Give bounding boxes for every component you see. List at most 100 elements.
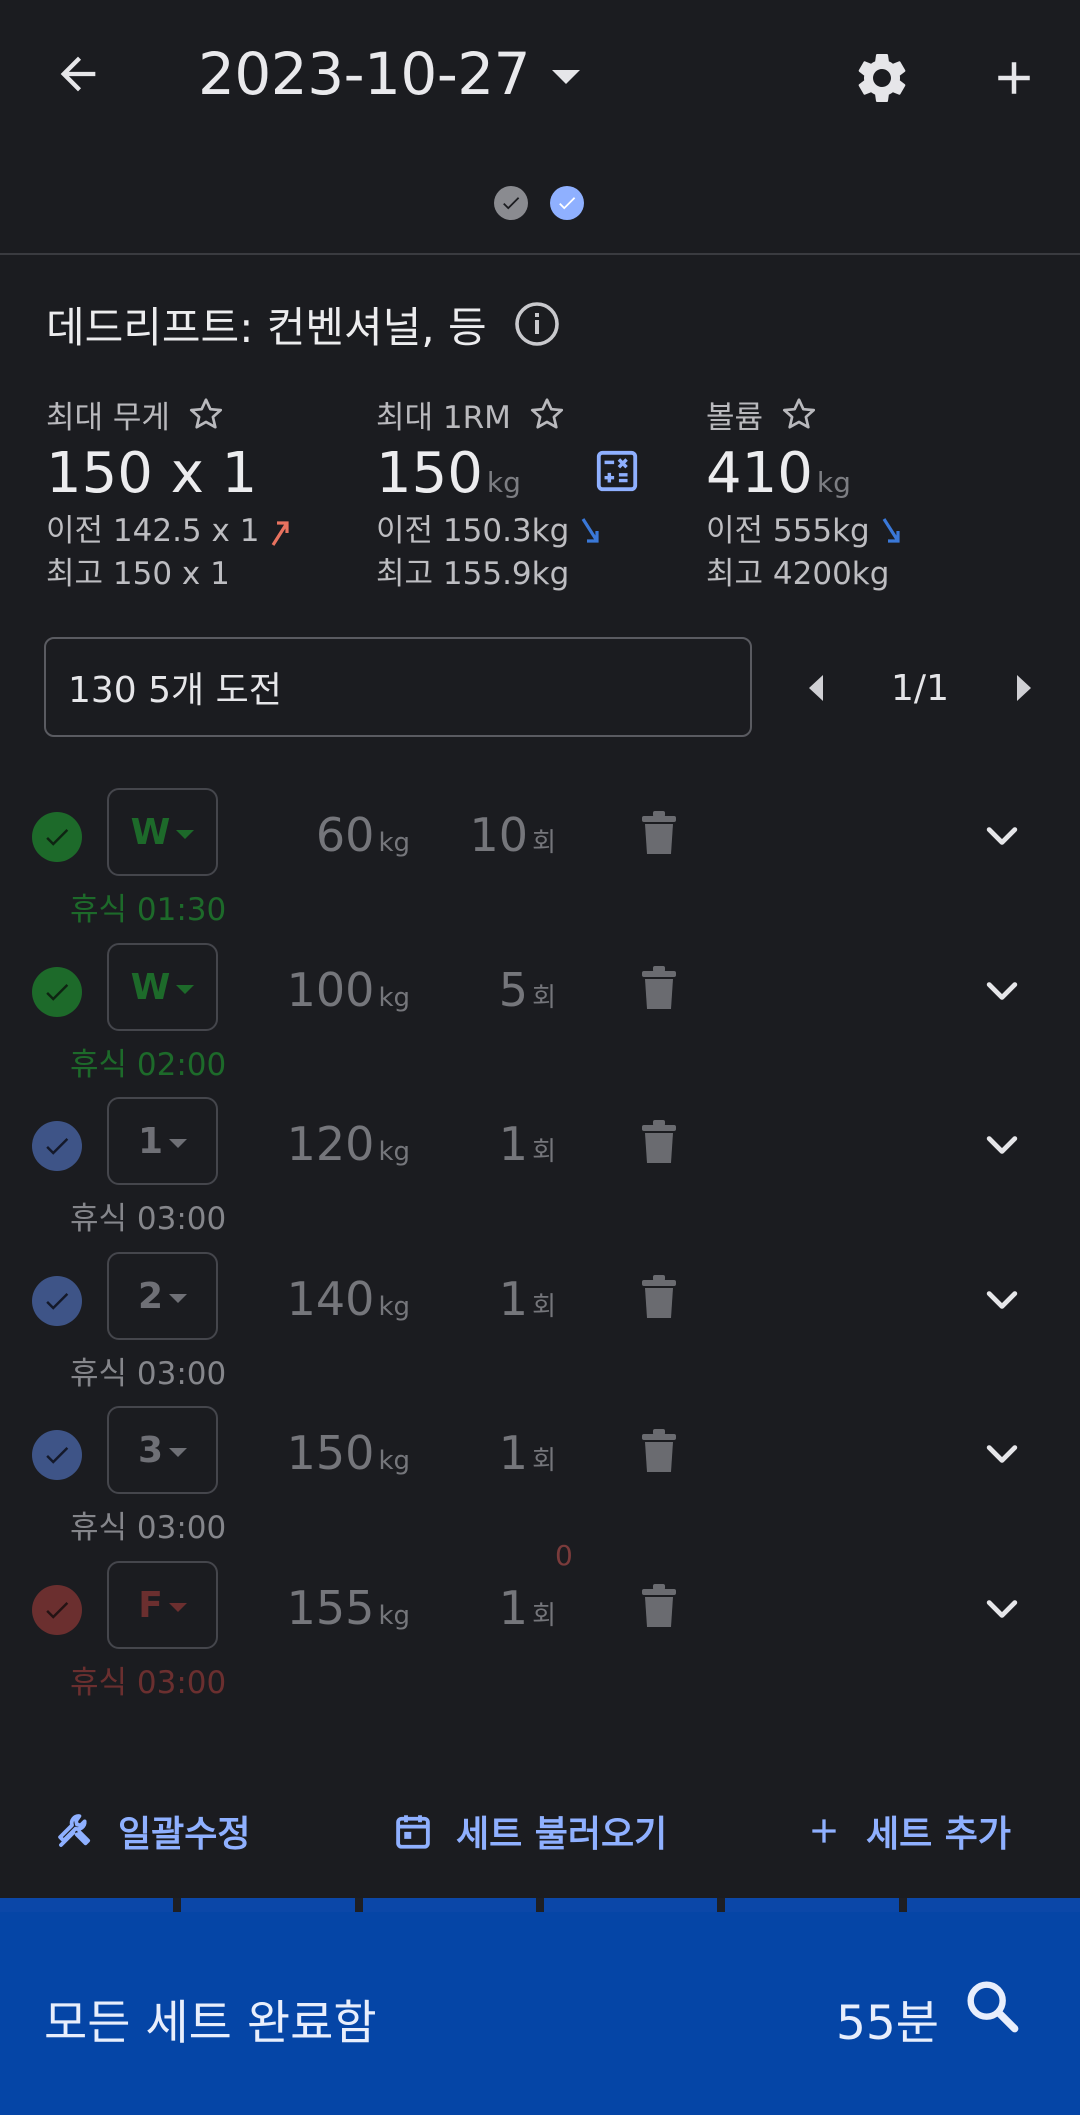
exercise-page-indicator — [494, 186, 584, 220]
set-weight[interactable]: 155 kg — [287, 1581, 410, 1635]
set-reps[interactable]: 1회 — [499, 1581, 556, 1635]
check-icon — [559, 197, 576, 210]
set-complete-toggle[interactable] — [32, 1121, 82, 1171]
chevron-down-icon — [986, 1445, 1018, 1463]
back-arrow-icon — [60, 56, 96, 92]
rest-timer[interactable]: 휴식 01:30 — [70, 884, 226, 929]
workout-status-bar[interactable]: 모든 세트 완료함 55분 — [0, 1912, 1080, 2115]
page-dot-completed[interactable] — [494, 186, 528, 220]
delete-set-button[interactable] — [640, 1428, 678, 1478]
stat-label: 최대 무게 — [46, 399, 170, 436]
tab-segment[interactable] — [543, 1898, 718, 1912]
reps-value: 1 — [498, 1581, 529, 1635]
tab-segment[interactable] — [906, 1898, 1080, 1912]
delete-set-button[interactable] — [640, 1274, 678, 1324]
info-icon[interactable] — [513, 300, 561, 348]
check-icon — [503, 197, 520, 210]
star-outline-icon[interactable] — [188, 396, 224, 432]
set-reps[interactable]: 5회 — [499, 963, 556, 1017]
reps-value: 5 — [498, 963, 529, 1017]
set-complete-toggle[interactable] — [32, 967, 82, 1017]
stat-best: 최고 155.9kg — [376, 556, 570, 592]
set-reps[interactable]: 1회 — [499, 1426, 556, 1480]
set-reps[interactable]: 10 회 — [470, 808, 556, 862]
stat-best: 최고 4200kg — [706, 556, 890, 592]
add-exercise-button[interactable] — [974, 38, 1054, 118]
rest-timer[interactable]: 휴식 03:00 — [70, 1657, 226, 1702]
expand-set-button[interactable] — [980, 1123, 1024, 1171]
trash-icon — [642, 1584, 676, 1627]
expand-set-button[interactable] — [980, 969, 1024, 1017]
dropdown-caret-icon — [168, 1602, 187, 1612]
set-weight[interactable]: 60 kg — [316, 808, 410, 862]
bulk-edit-label: 일괄수정 — [118, 1814, 251, 1855]
set-complete-toggle[interactable] — [32, 1430, 82, 1480]
prev-page-icon[interactable] — [809, 675, 823, 701]
set-type-select[interactable]: 1 — [107, 1097, 218, 1185]
set-complete-toggle[interactable] — [32, 812, 82, 862]
set-complete-toggle[interactable] — [32, 1276, 82, 1326]
search-button[interactable] — [960, 1974, 1024, 2042]
dropdown-caret-icon — [552, 70, 581, 84]
exercise-name: 데드리프트: 컨벤셔널, 등 — [46, 302, 487, 352]
set-weight[interactable]: 150 kg — [287, 1426, 410, 1480]
check-icon — [46, 984, 69, 1001]
settings-button[interactable] — [842, 38, 922, 118]
calculator-icon — [596, 450, 638, 492]
expand-set-button[interactable] — [980, 814, 1024, 862]
expand-set-button[interactable] — [980, 1587, 1024, 1635]
bulk-edit-button[interactable]: 일괄수정 — [54, 1772, 250, 1890]
star-outline-icon[interactable] — [781, 396, 817, 432]
reps-value: 10 — [469, 808, 529, 862]
set-row: 3 휴식 03:00 150 kg 1회 — [0, 1406, 1080, 1561]
header-divider — [0, 253, 1080, 255]
set-weight[interactable]: 120 kg — [287, 1117, 410, 1171]
exercise-title: 데드리프트: 컨벤셔널, 등 — [46, 294, 561, 354]
trend-down-icon — [581, 517, 599, 543]
stat-best: 최고 150 x 1 — [46, 556, 230, 592]
rest-timer[interactable]: 휴식 03:00 — [70, 1193, 226, 1238]
reps-unit: 회 — [532, 828, 556, 858]
load-sets-button[interactable]: 세트 불러오기 — [392, 1772, 667, 1890]
date-selector[interactable]: 2023-10-27 — [198, 34, 581, 114]
set-type-select[interactable]: F — [107, 1561, 218, 1649]
set-type-label: 3 — [137, 1429, 164, 1471]
set-type-select[interactable]: 3 — [107, 1406, 218, 1494]
tab-segment[interactable] — [362, 1898, 536, 1912]
tab-segment[interactable] — [181, 1898, 355, 1912]
back-button[interactable] — [40, 36, 116, 112]
tab-segment[interactable] — [0, 1898, 174, 1912]
tab-segment[interactable] — [725, 1898, 899, 1912]
exercise-note-field[interactable]: 130 5개 도전 — [44, 637, 752, 737]
expand-set-button[interactable] — [980, 1278, 1024, 1326]
delete-set-button[interactable] — [640, 810, 678, 860]
set-reps[interactable]: 1회 — [499, 1272, 556, 1326]
dropdown-caret-icon — [169, 1293, 188, 1303]
expand-set-button[interactable] — [980, 1432, 1024, 1480]
page-dot-current[interactable] — [550, 186, 584, 220]
delete-set-button[interactable] — [640, 1119, 678, 1169]
rest-timer[interactable]: 휴식 03:00 — [70, 1348, 226, 1393]
set-complete-toggle[interactable] — [32, 1585, 82, 1635]
set-weight[interactable]: 140 kg — [287, 1272, 410, 1326]
star-outline-icon[interactable] — [529, 396, 565, 432]
set-weight[interactable]: 100 kg — [287, 963, 410, 1017]
rest-timer[interactable]: 휴식 03:00 — [70, 1502, 226, 1547]
rest-timer[interactable]: 휴식 02:00 — [70, 1039, 226, 1084]
next-page-icon[interactable] — [1017, 675, 1031, 701]
chevron-down-icon — [986, 982, 1018, 1000]
set-type-select[interactable]: W — [107, 943, 218, 1031]
set-type-label: 1 — [137, 1120, 164, 1162]
weight-value: 150 — [286, 1426, 375, 1480]
weight-value: 120 — [286, 1117, 375, 1171]
calculator-button[interactable] — [594, 448, 640, 498]
add-set-button[interactable]: 세트 추가 — [804, 1772, 1011, 1890]
delete-set-button[interactable] — [640, 1583, 678, 1633]
exercise-tabs-strip — [0, 1898, 1080, 1912]
stat-label: 최대 1RM — [376, 399, 511, 436]
search-icon — [967, 1981, 1019, 2033]
set-type-select[interactable]: W — [107, 788, 218, 876]
set-type-select[interactable]: 2 — [107, 1252, 218, 1340]
set-reps[interactable]: 1회 — [499, 1117, 556, 1171]
delete-set-button[interactable] — [640, 965, 678, 1015]
